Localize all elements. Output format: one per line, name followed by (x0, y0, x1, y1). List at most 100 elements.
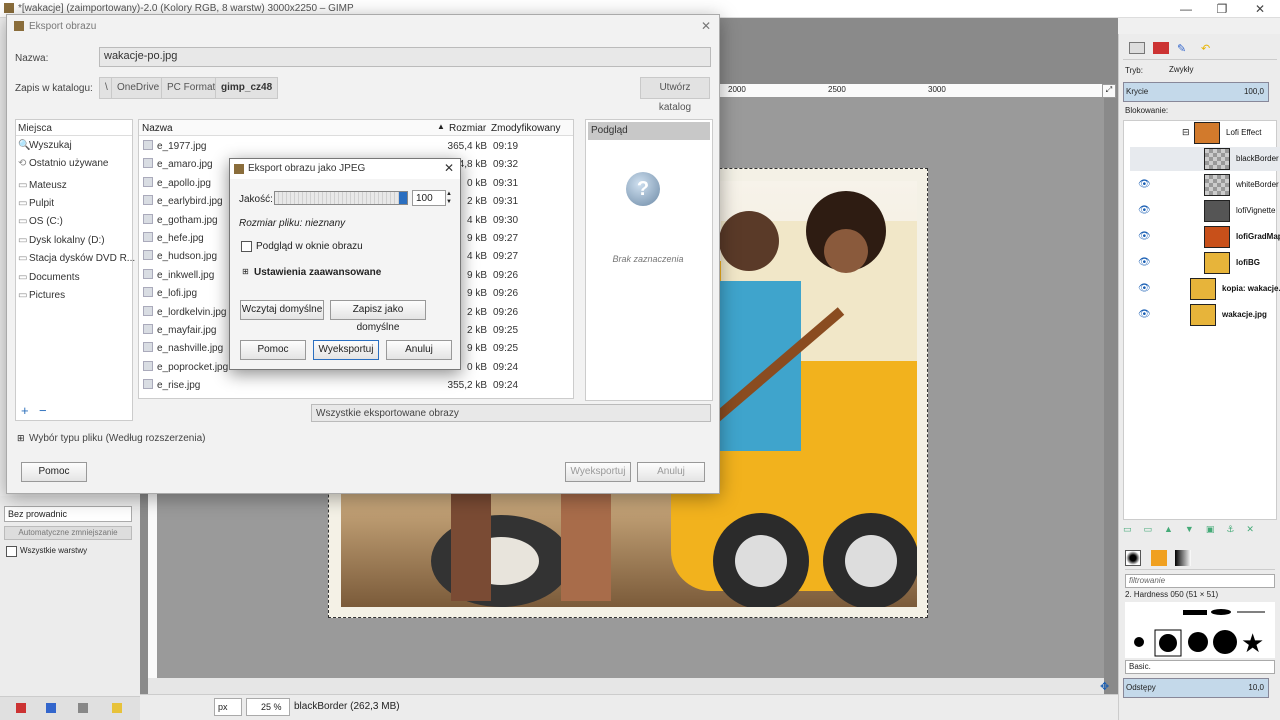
eye-icon[interactable]: 👁 (1138, 179, 1151, 190)
filetype-expander-icon[interactable]: ⊞ (17, 433, 25, 444)
filetype-label[interactable]: Wybór typu pliku (Według rozszerzenia) (29, 433, 205, 444)
layers-list: ⊟ Lofi Effect blackBorder 👁 whiteBorder 👁 l… (1123, 120, 1280, 520)
add-place-icon[interactable]: + (21, 403, 29, 418)
file-row[interactable]: e_rise.jpg 355,2 kB 09:24 (141, 377, 569, 395)
paths-tab-icon[interactable]: ✎ (1177, 42, 1193, 55)
layer-row[interactable]: ⊟ Lofi Effect (1130, 121, 1280, 145)
quality-slider[interactable] (274, 191, 408, 205)
layer-actions[interactable]: ▭▭▲▼▣⚓✕ (1123, 524, 1277, 540)
eye-icon[interactable]: 👁 (1138, 231, 1151, 242)
layers-tab-icon[interactable] (1129, 42, 1145, 54)
layer-row[interactable]: 👁 kopia: wakacje.j (1130, 277, 1280, 301)
layer-name: lofiVignette (1236, 206, 1276, 215)
quality-input[interactable]: 100 (412, 190, 446, 206)
opacity-slider[interactable]: Krycie 100,0 (1123, 82, 1269, 102)
mode-select[interactable]: Zwykły (1165, 64, 1275, 78)
collapse-icon[interactable]: ⊟ (1182, 127, 1190, 138)
jpeg-help-button[interactable]: Pomoc (240, 340, 306, 360)
horizontal-scrollbar[interactable] (148, 678, 1104, 694)
spacing-slider[interactable]: Odstępy 10,0 (1123, 678, 1269, 698)
path-pcformat[interactable]: PC Format (161, 77, 222, 99)
eye-icon[interactable]: 👁 (1138, 205, 1151, 216)
file-name: e_hudson.jpg (157, 251, 218, 263)
quality-handle[interactable] (399, 192, 407, 204)
advanced-label[interactable]: Ustawienia zaawansowane (254, 267, 381, 278)
place-home[interactable]: ▭ Mateusz (18, 180, 67, 191)
channels-tab-icon[interactable] (1153, 42, 1169, 54)
eye-icon[interactable]: 👁 (1138, 257, 1151, 268)
layer-row[interactable]: 👁 lofiGradMap (1130, 225, 1280, 249)
cancel-button[interactable]: Anuluj (637, 462, 705, 482)
eye-icon[interactable]: 👁 (1138, 283, 1151, 294)
place-documents[interactable]: ▭ Documents (18, 272, 80, 283)
layer-row[interactable]: 👁 lofiBG (1130, 251, 1280, 275)
remove-place-icon[interactable]: − (39, 403, 47, 418)
place-pictures[interactable]: ▭ Pictures (18, 290, 65, 301)
place-recent[interactable]: ⟲ Ostatnio używane (18, 158, 109, 169)
dialog-title: Eksport obrazu (29, 21, 97, 32)
create-folder-button[interactable]: Utwórz katalog (640, 77, 710, 113)
jpeg-cancel-button[interactable]: Anuluj (386, 340, 452, 360)
patterns-tab-icon[interactable] (1151, 550, 1167, 566)
brush-grid[interactable]: ★ (1125, 602, 1275, 658)
place-search[interactable]: 🔍Wyszukaj (18, 140, 72, 151)
quality-spin-icon[interactable]: ▲ ▼ (446, 190, 452, 206)
undo-tab-icon[interactable]: ↶ (1201, 42, 1217, 55)
guides-select[interactable]: Bez prowadnic (4, 506, 132, 522)
place-d[interactable]: ▭ Dysk lokalny (D:) (18, 235, 105, 246)
file-name: e_inkwell.jpg (157, 269, 215, 281)
close-icon[interactable]: ✕ (444, 161, 454, 175)
sort-arrow-icon: ▲ (437, 122, 445, 131)
col-modified[interactable]: Zmodyfikowany (491, 123, 560, 134)
path-gimp[interactable]: gimp_cz48 (215, 77, 279, 99)
load-defaults-button[interactable]: Wczytaj domyślne (240, 300, 324, 320)
gradients-tab-icon[interactable] (1175, 550, 1191, 566)
brush-filter-input[interactable]: filtrowanie (1125, 574, 1275, 588)
file-row[interactable]: e_1977.jpg 365,4 kB 09:19 (141, 138, 569, 156)
image-file-icon (143, 140, 153, 150)
export-button[interactable]: Wyeksportuj (565, 462, 631, 482)
unit-select[interactable]: px (214, 698, 242, 716)
auto-shrink-button[interactable]: Automatyczne zmniejszanie (4, 526, 132, 540)
restore-icon[interactable] (46, 703, 56, 713)
filter-select[interactable]: Wszystkie eksportowane obrazy (311, 404, 711, 422)
eye-icon[interactable]: 👁 (1138, 309, 1151, 320)
col-name[interactable]: Nazwa (142, 123, 173, 134)
save-icon[interactable] (16, 703, 26, 713)
place-dvd[interactable]: ▭ Stacja dysków DVD R... (18, 253, 135, 264)
place-desktop[interactable]: ▭ Pulpit (18, 198, 54, 209)
minimize-button[interactable]: — (1176, 2, 1196, 16)
quality-label: Jakość: (239, 194, 273, 205)
zoom-select[interactable]: 25 % (246, 698, 290, 716)
delete-icon[interactable] (78, 703, 88, 713)
file-size: 365,4 kB (447, 141, 487, 152)
ruler-tick: 2000 (728, 85, 746, 94)
place-c[interactable]: ▭ OS (C:) (18, 216, 63, 227)
col-size[interactable]: Rozmiar (449, 123, 486, 134)
close-button[interactable]: ✕ (1250, 2, 1270, 16)
zoom-toggle-icon[interactable]: ⤢ (1102, 84, 1116, 98)
layer-row[interactable]: 👁 whiteBorder (1130, 173, 1280, 197)
help-button[interactable]: Pomoc (21, 462, 87, 482)
file-modified: 09:26 (493, 288, 519, 300)
path-onedrive[interactable]: OneDrive (111, 77, 166, 99)
preview-label[interactable]: Podgląd w oknie obrazu (256, 241, 363, 252)
all-layers-checkbox[interactable] (6, 546, 17, 557)
brush-preset-select[interactable]: Basic. (1125, 660, 1275, 674)
tool-options-panel: Bez prowadnic Automatyczne zmniejszanie … (0, 496, 140, 720)
maximize-button[interactable]: ❐ (1212, 2, 1232, 16)
reset-icon[interactable] (112, 703, 122, 713)
brushes-tab-icon[interactable] (1125, 550, 1141, 566)
layer-row[interactable]: 👁 lofiVignette (1130, 199, 1280, 223)
layer-row[interactable]: blackBorder (1130, 147, 1280, 171)
save-defaults-button[interactable]: Zapisz jako domyślne (330, 300, 426, 333)
layer-thumbnail (1204, 252, 1230, 274)
filename-input[interactable]: wakacje-po.jpg (99, 47, 711, 67)
layer-thumbnail (1204, 174, 1230, 196)
jpeg-export-button[interactable]: Wyeksportuj (313, 340, 379, 360)
navigate-icon[interactable]: ✥ (1100, 680, 1109, 693)
layer-row[interactable]: 👁 wakacje.jpg (1130, 303, 1280, 327)
preview-checkbox[interactable] (241, 241, 252, 252)
close-icon[interactable]: ✕ (701, 19, 711, 33)
advanced-expander-icon[interactable]: ⊞ (242, 267, 249, 276)
